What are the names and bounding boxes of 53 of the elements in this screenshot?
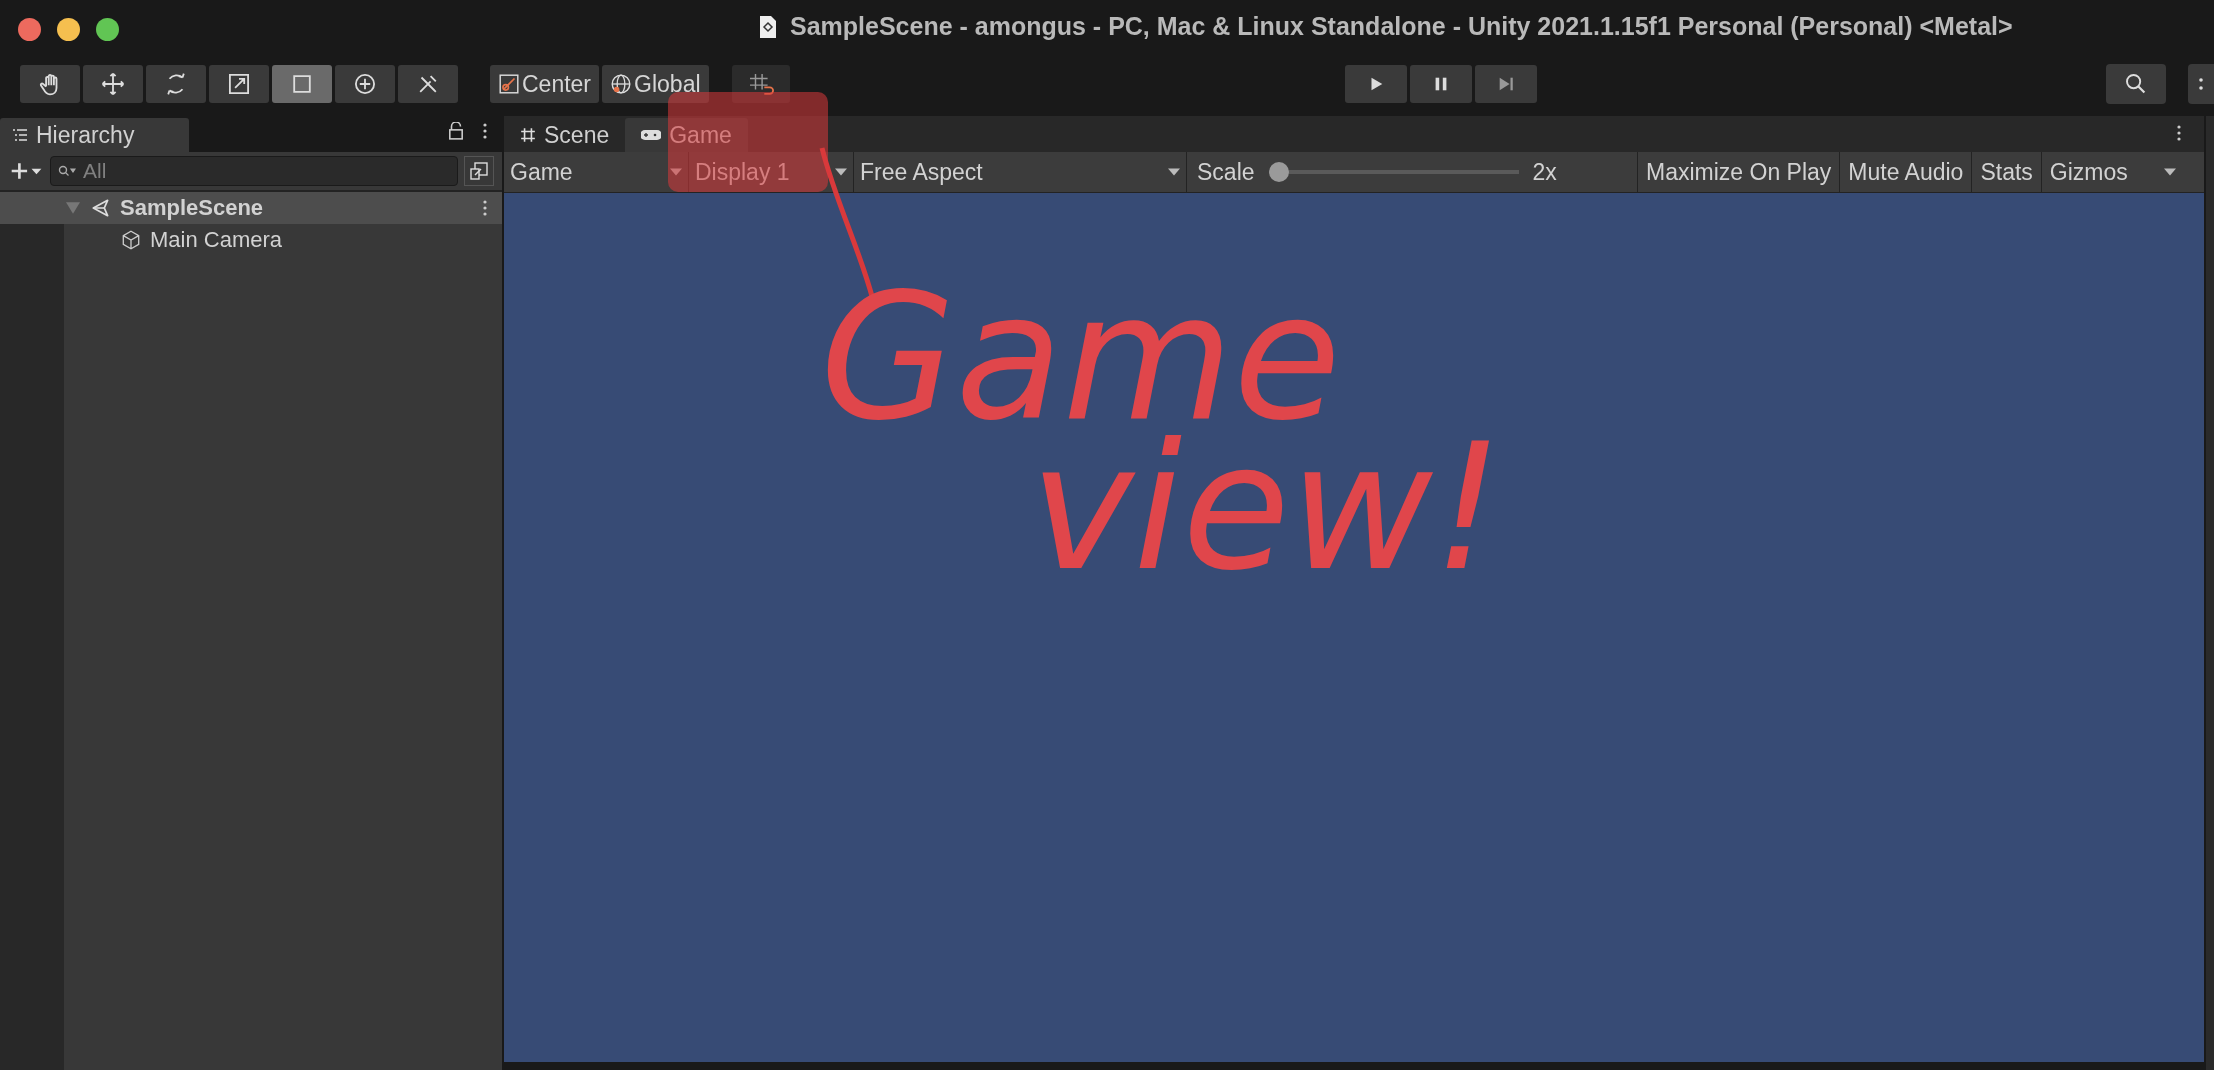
- list-icon: [12, 128, 28, 142]
- hierarchy-search-field[interactable]: All: [50, 156, 458, 186]
- aspect-dropdown[interactable]: Free Aspect: [854, 152, 1187, 192]
- caret-icon: [670, 168, 682, 176]
- space-toggle-button[interactable]: Global: [602, 65, 709, 103]
- view-dropdown[interactable]: Game: [504, 152, 689, 192]
- rotate-tool-button[interactable]: [146, 65, 206, 103]
- scene-picker-button[interactable]: [464, 156, 494, 186]
- tree-row[interactable]: SampleScene: [0, 192, 502, 224]
- move-tool-icon: [100, 71, 126, 97]
- scene-tab[interactable]: Scene: [504, 118, 626, 152]
- lock-icon[interactable]: [448, 122, 464, 140]
- panel-menu-icon[interactable]: [2176, 124, 2182, 142]
- grid-icon: [520, 127, 536, 143]
- caret-icon: [2163, 168, 2176, 176]
- transform-tool-button[interactable]: [335, 65, 395, 103]
- scale-value: 2x: [1532, 158, 1557, 186]
- hand-tool-button[interactable]: [20, 65, 80, 103]
- row-menu-icon[interactable]: [482, 199, 488, 217]
- document-icon: [758, 13, 778, 40]
- more-button[interactable]: [2188, 64, 2214, 104]
- scale-label: Scale: [1197, 158, 1255, 186]
- grid-snap-button[interactable]: [731, 65, 790, 103]
- gamepad-icon: [641, 129, 662, 141]
- hierarchy-tab[interactable]: Hierarchy: [0, 118, 189, 152]
- scale-tool-icon: [226, 71, 252, 97]
- caret-icon: [1168, 168, 1180, 176]
- custom-tool-button[interactable]: [398, 65, 458, 103]
- scale-tool-button[interactable]: [209, 65, 269, 103]
- zoom-window-icon[interactable]: [96, 17, 119, 41]
- caret-icon: [835, 168, 847, 176]
- close-window-icon[interactable]: [18, 17, 41, 41]
- minimize-window-icon[interactable]: [57, 17, 80, 41]
- pick-icon: [469, 161, 489, 181]
- pause-button[interactable]: [1410, 65, 1472, 103]
- tree-row[interactable]: Main Camera: [0, 224, 502, 256]
- rect-tool-button[interactable]: [272, 65, 332, 103]
- panel-menu-icon[interactable]: [482, 122, 488, 140]
- cube-icon: [120, 229, 142, 251]
- step-icon: [1497, 75, 1515, 93]
- search-icon: [2124, 72, 2148, 96]
- search-button[interactable]: [2106, 64, 2166, 104]
- slider-thumb[interactable]: [1268, 162, 1289, 182]
- window-title: SampleScene - amongus - PC, Mac & Linux Standalone - Unity 2021.1.15f1 Personal (Personal) <Metal>: [790, 12, 2013, 41]
- move-tool-button[interactable]: [83, 65, 143, 103]
- transform-tool-icon: [352, 71, 378, 97]
- pivot-toggle-button[interactable]: Center: [490, 65, 600, 103]
- pivot-icon: [498, 73, 520, 95]
- search-icon: [58, 165, 76, 177]
- grid-snap-icon: [747, 73, 774, 95]
- play-button[interactable]: [1345, 65, 1407, 103]
- step-button[interactable]: [1475, 65, 1537, 103]
- globe-icon: [610, 73, 633, 95]
